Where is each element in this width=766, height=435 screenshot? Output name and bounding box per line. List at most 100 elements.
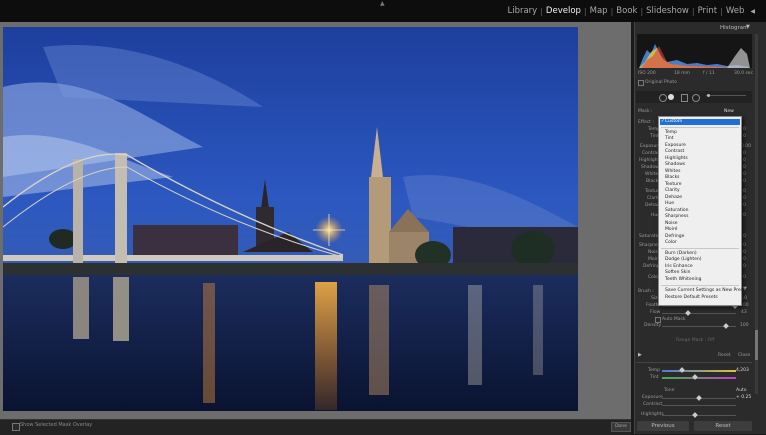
tone-label: Tone xyxy=(664,388,675,393)
range-mask-label: Range Mask : Off xyxy=(676,338,715,343)
dropdown-preset-iris[interactable]: Iris Enhance xyxy=(665,264,693,269)
dropdown-save-preset[interactable]: Save Current Settings as New Preset... xyxy=(665,288,752,293)
effect-value: 0 xyxy=(743,257,746,262)
exposure-label: Exposure xyxy=(642,395,663,400)
module-slideshow[interactable]: Slideshow xyxy=(643,6,692,16)
wb-temp-slider[interactable] xyxy=(662,370,736,372)
reset-small-button[interactable]: Reset xyxy=(718,353,731,358)
graduated-filter-icon[interactable] xyxy=(681,94,688,102)
dropdown-item-blacks[interactable]: Blacks xyxy=(665,175,680,180)
original-photo-checkbox[interactable] xyxy=(638,80,644,86)
dropdown-divider xyxy=(661,285,739,286)
mask-overlay-checkbox[interactable] xyxy=(12,423,20,431)
module-develop[interactable]: Develop xyxy=(543,6,584,16)
done-button[interactable]: Done xyxy=(611,422,631,432)
histogram-info-shutter: 30.0 sec xyxy=(734,71,754,76)
module-library[interactable]: Library xyxy=(504,6,540,16)
contrast-label: Contrast xyxy=(643,402,663,407)
dropdown-restore-presets[interactable]: Restore Default Presets xyxy=(665,295,718,300)
dropdown-item-noise[interactable]: Noise xyxy=(665,221,677,226)
dropdown-item-texture[interactable]: Texture xyxy=(665,182,681,187)
effect-value: 0 xyxy=(743,189,746,194)
effect-value: 0 xyxy=(743,213,746,218)
histogram-info-focal: 18 mm xyxy=(674,71,690,76)
dropdown-preset-burn[interactable]: Burn (Darken) xyxy=(665,251,697,256)
contrast-slider[interactable] xyxy=(662,405,736,406)
module-print[interactable]: Print xyxy=(695,6,721,16)
module-picker: Library | Develop | Map | Book | Slideshow | … xyxy=(504,0,758,22)
dropdown-preset-soften-skin[interactable]: Soften Skin xyxy=(665,270,691,275)
dropdown-item-hue[interactable]: Hue xyxy=(665,201,674,206)
effect-value: 0 xyxy=(743,151,746,156)
effect-label: Effect : xyxy=(638,120,654,125)
wb-tint-slider[interactable] xyxy=(662,377,736,379)
dropdown-item-tint[interactable]: Tint xyxy=(665,136,673,141)
dropdown-item-custom[interactable]: Custom xyxy=(665,119,682,124)
adjustment-brush-icon[interactable] xyxy=(707,94,710,97)
dropdown-item-contrast[interactable]: Contrast xyxy=(665,149,684,154)
toolbar xyxy=(0,419,631,435)
module-web[interactable]: Web xyxy=(723,6,748,16)
mask-new-button[interactable]: New xyxy=(724,109,734,114)
divider xyxy=(636,362,752,363)
tone-auto-button[interactable]: Auto xyxy=(736,388,746,393)
effect-value: 0 xyxy=(743,243,746,248)
density-label: Density xyxy=(644,323,662,328)
dropdown-item-exposure[interactable]: Exposure xyxy=(665,143,686,148)
radial-filter-icon[interactable] xyxy=(692,94,700,102)
brush-label: Brush : xyxy=(638,289,654,294)
dropdown-item-highlights[interactable]: Highlights xyxy=(665,156,688,161)
module-book[interactable]: Book xyxy=(613,6,640,16)
reset-button[interactable]: Reset xyxy=(694,421,752,431)
dropdown-item-clarity[interactable]: Clarity xyxy=(665,188,680,193)
dropdown-preset-teeth[interactable]: Teeth Whitening xyxy=(665,277,701,282)
brush-size-track xyxy=(706,95,746,96)
dropdown-item-moire[interactable]: Moiré xyxy=(665,227,677,232)
effect-value: 0 xyxy=(743,250,746,255)
brush-flow-slider[interactable] xyxy=(662,313,736,314)
toggle-icon[interactable]: ▶ xyxy=(638,352,642,358)
dropdown-item-whites[interactable]: Whites xyxy=(665,169,680,174)
mask-label: Mask : xyxy=(638,109,653,114)
close-small-button[interactable]: Close xyxy=(738,353,750,358)
dropdown-divider xyxy=(661,127,739,128)
red-eye-icon[interactable] xyxy=(668,94,674,100)
previous-button[interactable]: Previous xyxy=(637,421,689,431)
scrollbar-thumb[interactable] xyxy=(755,330,758,360)
wb-tint-label: Tint xyxy=(650,375,659,380)
dropdown-preset-dodge[interactable]: Dodge (Lighten) xyxy=(665,257,702,262)
dropdown-item-sharpness[interactable]: Sharpness xyxy=(665,214,688,219)
dropdown-item-dehaze[interactable]: Dehaze xyxy=(665,195,682,200)
dropdown-item-temp[interactable]: Temp xyxy=(665,130,677,135)
wb-temp-value: 4,203 xyxy=(736,368,749,373)
original-photo-label: Original Photo xyxy=(645,80,677,85)
dropdown-item-saturation[interactable]: Saturation xyxy=(665,208,688,213)
dropdown-item-shadows[interactable]: Shadows xyxy=(665,162,685,167)
spot-removal-icon[interactable] xyxy=(659,94,667,102)
mask-overlay-label: Show Selected Mask Overlay xyxy=(20,422,93,428)
histogram-graph xyxy=(639,44,750,68)
histogram-info-iso: ISO 200 xyxy=(638,71,656,76)
effect-value: 0 xyxy=(743,275,746,280)
menu-arrow-icon[interactable]: ◀ xyxy=(747,8,758,15)
collapse-triangle-icon[interactable]: ▼ xyxy=(746,24,750,30)
module-map[interactable]: Map xyxy=(587,6,611,16)
dropdown-item-color[interactable]: Color xyxy=(665,240,677,245)
wb-temp-label: Temp xyxy=(648,368,660,373)
effect-value: 0 xyxy=(743,134,746,139)
collapse-top-panel-icon[interactable]: ▲ xyxy=(380,0,385,7)
photo[interactable] xyxy=(3,27,578,411)
effect-value: 0 xyxy=(743,203,746,208)
histogram-title: Histogram xyxy=(720,25,749,31)
dropdown-item-defringe[interactable]: Defringe xyxy=(665,234,684,239)
brush-feather-slider[interactable] xyxy=(662,306,736,307)
brush-flow-value: 43 xyxy=(741,310,747,315)
effect-value: 0 xyxy=(743,127,746,132)
histogram xyxy=(637,34,752,68)
effect-value: 0 xyxy=(743,234,746,239)
effect-value: 0 xyxy=(743,264,746,269)
highlights-label: Highlights xyxy=(641,412,664,417)
auto-mask-label: Auto Mask xyxy=(662,317,686,322)
effect-value: 0.00 xyxy=(741,144,752,149)
highlights-slider[interactable] xyxy=(662,415,736,416)
